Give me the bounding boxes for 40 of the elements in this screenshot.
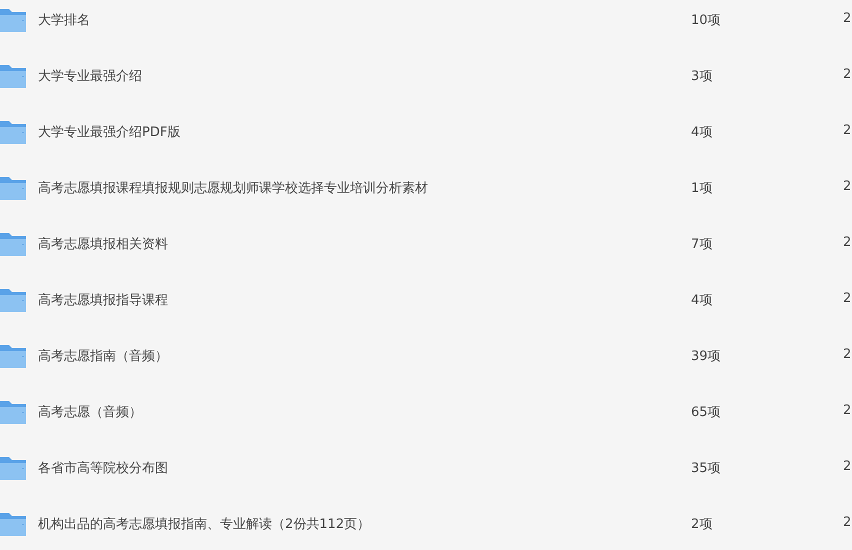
folder-icon[interactable] (0, 119, 26, 145)
folder-icon[interactable] (0, 287, 26, 313)
date-text: 2 (843, 11, 852, 26)
item-count: 39项 (691, 348, 721, 365)
date-text: 2 (843, 235, 852, 250)
folder-icon[interactable] (0, 7, 26, 33)
item-count: 2项 (691, 516, 712, 533)
folder-name[interactable]: 大学排名 (38, 11, 90, 29)
folder-icon[interactable] (0, 175, 26, 201)
folder-icon[interactable] (0, 343, 26, 369)
folder-icon[interactable] (0, 63, 26, 89)
folder-name[interactable]: 高考志愿（音频） (38, 403, 142, 421)
folder-name[interactable]: 机构出品的高考志愿填报指南、专业解读（2份共112页） (38, 515, 370, 533)
item-count: 3项 (691, 68, 712, 85)
folder-icon[interactable] (0, 399, 26, 425)
folder-name[interactable]: 高考志愿填报指导课程 (38, 291, 168, 309)
folder-name[interactable]: 大学专业最强介绍PDF版 (38, 123, 180, 141)
date-text: 2 (843, 515, 852, 530)
date-text: 2 (843, 179, 852, 194)
date-text: 2 (843, 459, 852, 474)
folder-name[interactable]: 高考志愿填报课程填报规则志愿规划师课学校选择专业培训分析素材 (38, 179, 428, 197)
folder-name[interactable]: 高考志愿指南（音频） (38, 347, 168, 365)
date-text: 2 (843, 67, 852, 82)
item-count: 10项 (691, 12, 721, 29)
folder-name[interactable]: 大学专业最强介绍 (38, 67, 142, 85)
folder-icon[interactable] (0, 511, 26, 537)
date-text: 2 (843, 291, 852, 306)
folder-icon[interactable] (0, 231, 26, 257)
date-text: 2 (843, 403, 852, 418)
folder-name[interactable]: 高考志愿填报相关资料 (38, 235, 168, 253)
date-text: 2 (843, 123, 852, 138)
item-count: 4项 (691, 124, 712, 141)
item-count: 4项 (691, 292, 712, 309)
item-count: 35项 (691, 460, 721, 477)
folder-icon[interactable] (0, 455, 26, 481)
item-count: 7项 (691, 236, 712, 253)
item-count: 1项 (691, 180, 712, 197)
folder-name[interactable]: 各省市高等院校分布图 (38, 459, 168, 477)
item-count: 65项 (691, 404, 721, 421)
date-text: 2 (843, 347, 852, 362)
